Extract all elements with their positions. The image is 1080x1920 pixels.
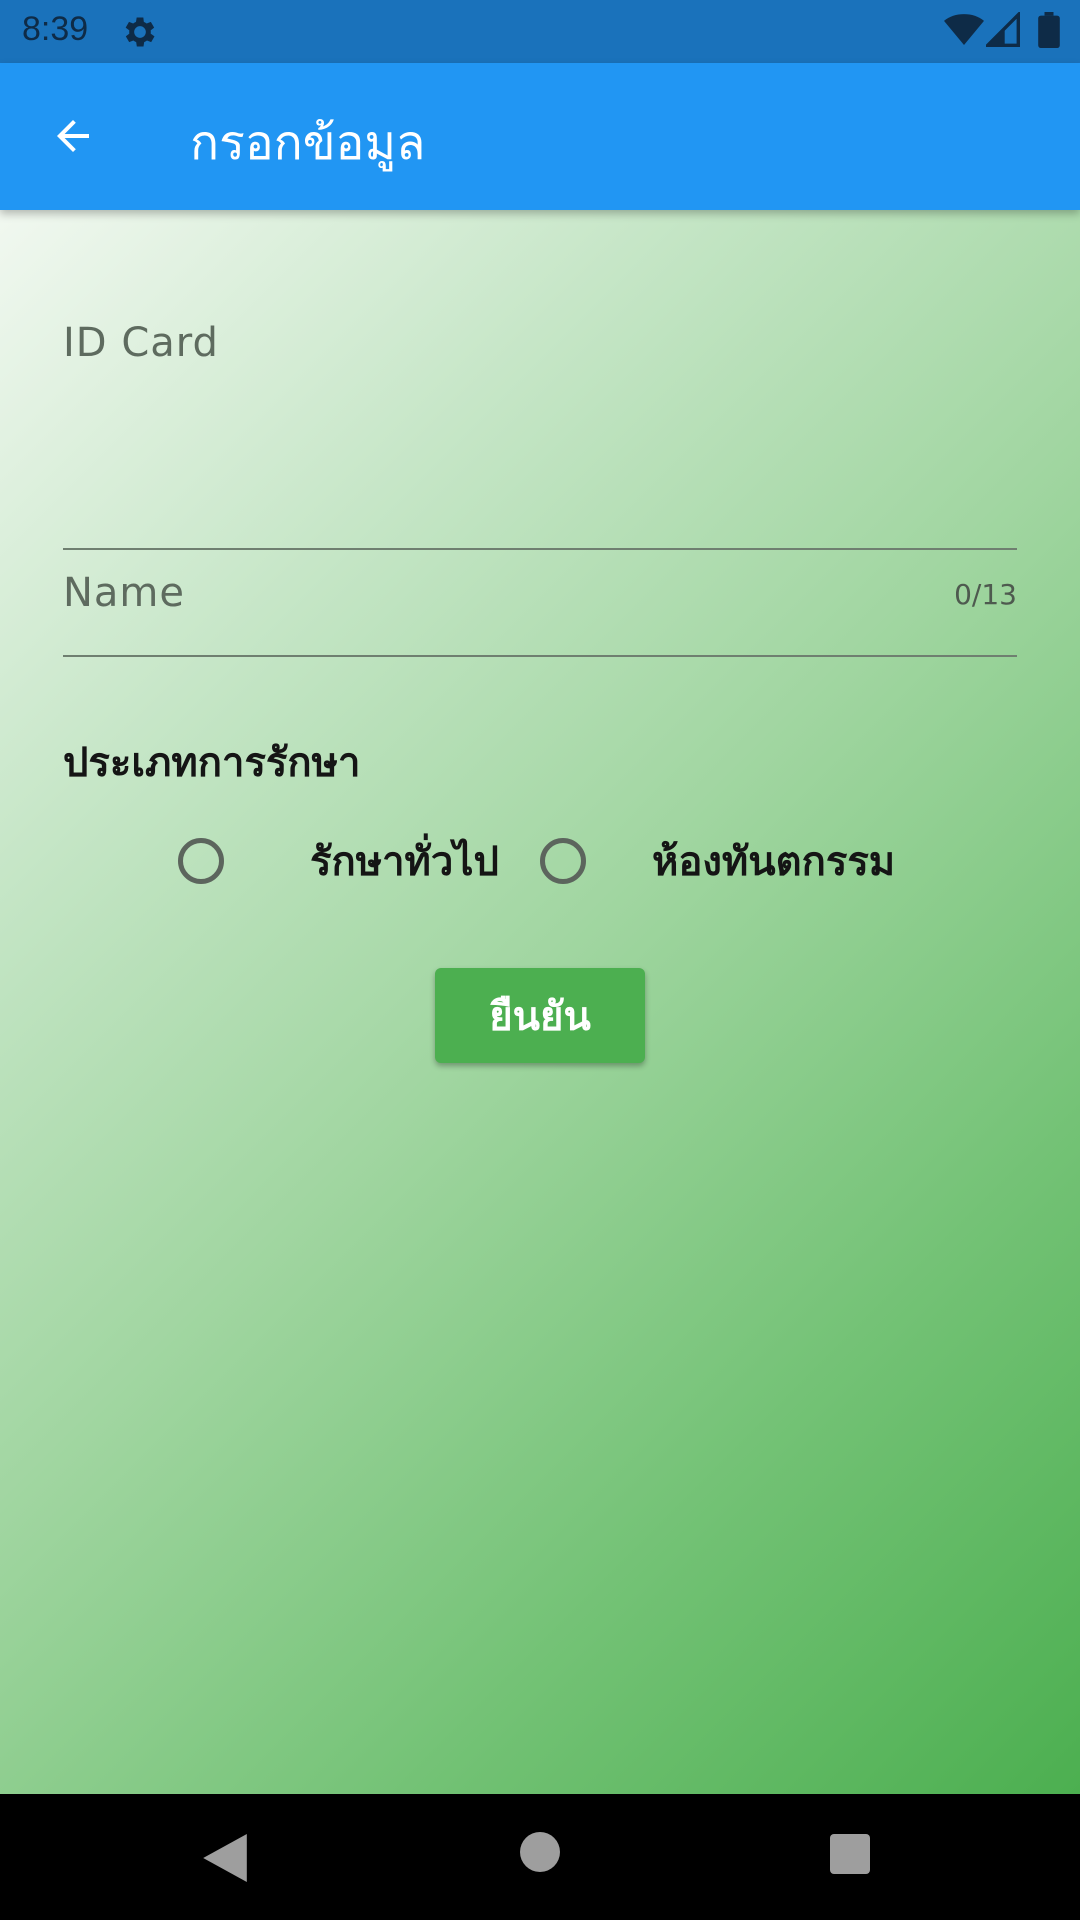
radio-label: ห้องทันตกรรม [652,839,896,885]
navigation-bar [0,1794,1080,1920]
name-underline [63,655,1017,657]
page-title: กรอกข้อมูล [190,115,426,171]
app-bar: กรอกข้อมูล [0,63,1080,210]
signal-icon [986,12,1020,47]
name-field[interactable]: Name [63,570,1017,690]
gear-icon [125,17,155,47]
arrow-left-icon [57,120,89,152]
status-time: 8:39 [22,10,89,48]
name-label: Name [63,570,186,616]
id-card-field[interactable]: ID Card 0/13 [63,320,1017,611]
radio-option-general[interactable]: รักษาทั่วไป [178,825,499,897]
phone-screen: 8:39 กรอกข้อมูล ID Card 0/13 Name ประเภท… [0,0,1080,1920]
radio-label: รักษาทั่วไป [310,839,499,885]
back-button[interactable] [40,103,106,169]
id-card-underline [63,548,1017,550]
radio-button[interactable] [540,838,586,884]
battery-icon [1038,12,1060,48]
radio-option-dental[interactable]: ห้องทันตกรรม [540,825,895,897]
id-card-label: ID Card [63,320,219,366]
treatment-type-heading: ประเภทการรักษา [63,740,361,786]
back-triangle-icon[interactable] [202,1834,248,1882]
wifi-icon [944,14,984,45]
recents-square-icon[interactable] [830,1834,870,1874]
status-bar: 8:39 [0,0,1080,63]
radio-button[interactable] [178,838,224,884]
home-circle-icon[interactable] [520,1832,560,1872]
form-content: ID Card 0/13 Name ประเภทการรักษา รักษาทั… [0,210,1080,1794]
confirm-button[interactable]: ยืนยัน [435,968,645,1063]
